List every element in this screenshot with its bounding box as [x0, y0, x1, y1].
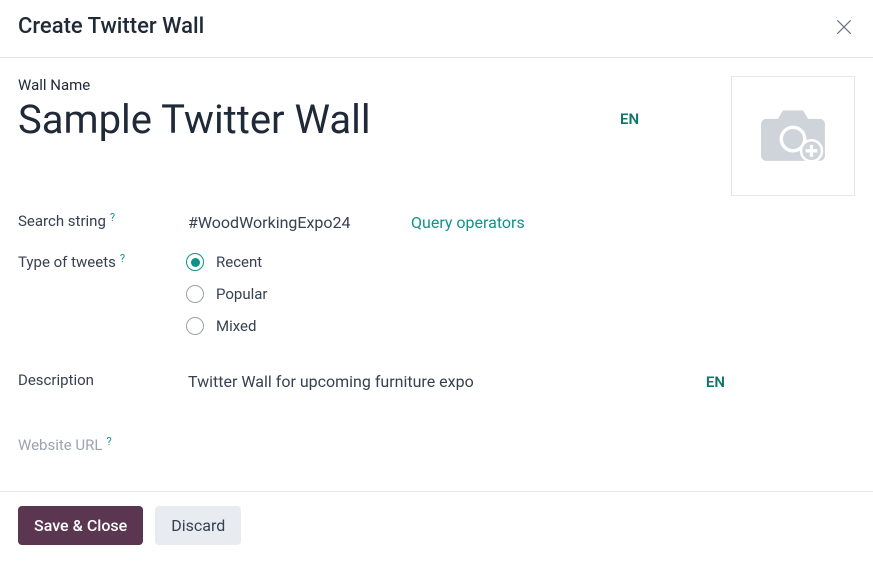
discard-button[interactable]: Discard	[155, 506, 241, 545]
dialog-title: Create Twitter Wall	[18, 14, 204, 39]
query-operators-link[interactable]: Query operators	[411, 213, 525, 232]
close-icon[interactable]	[833, 16, 855, 38]
description-lang-badge[interactable]: EN	[706, 373, 855, 391]
radio-mixed[interactable]: Mixed	[186, 317, 268, 335]
search-string-label: Search string	[18, 212, 106, 230]
dialog-footer: Save & Close Discard	[0, 491, 873, 559]
radio-popular[interactable]: Popular	[186, 285, 268, 303]
description-label: Description	[18, 371, 94, 389]
dialog-header: Create Twitter Wall	[0, 0, 873, 58]
radio-dot-icon	[186, 317, 204, 335]
create-twitter-wall-dialog: Create Twitter Wall Wall Name EN	[0, 0, 873, 559]
wall-name-label: Wall Name	[18, 76, 715, 94]
help-icon[interactable]: ?	[106, 435, 111, 448]
radio-popular-label: Popular	[216, 285, 268, 303]
website-url-label: Website URL	[18, 436, 102, 454]
save-and-close-button[interactable]: Save & Close	[18, 506, 143, 545]
camera-plus-icon	[751, 99, 835, 173]
radio-dot-icon	[186, 253, 204, 271]
wall-name-input[interactable]	[18, 96, 598, 143]
help-icon[interactable]: ?	[110, 211, 115, 224]
radio-dot-icon	[186, 285, 204, 303]
website-url-input[interactable]	[186, 436, 855, 457]
type-of-tweets-label: Type of tweets	[18, 253, 116, 271]
image-upload[interactable]	[731, 76, 855, 196]
search-string-input[interactable]	[186, 212, 393, 233]
radio-recent[interactable]: Recent	[186, 253, 268, 271]
wall-name-lang-badge[interactable]: EN	[616, 108, 643, 130]
radio-recent-label: Recent	[216, 253, 262, 271]
help-icon[interactable]: ?	[120, 252, 125, 265]
dialog-body: Wall Name EN	[0, 58, 873, 467]
description-input[interactable]	[186, 371, 666, 392]
radio-mixed-label: Mixed	[216, 317, 256, 335]
